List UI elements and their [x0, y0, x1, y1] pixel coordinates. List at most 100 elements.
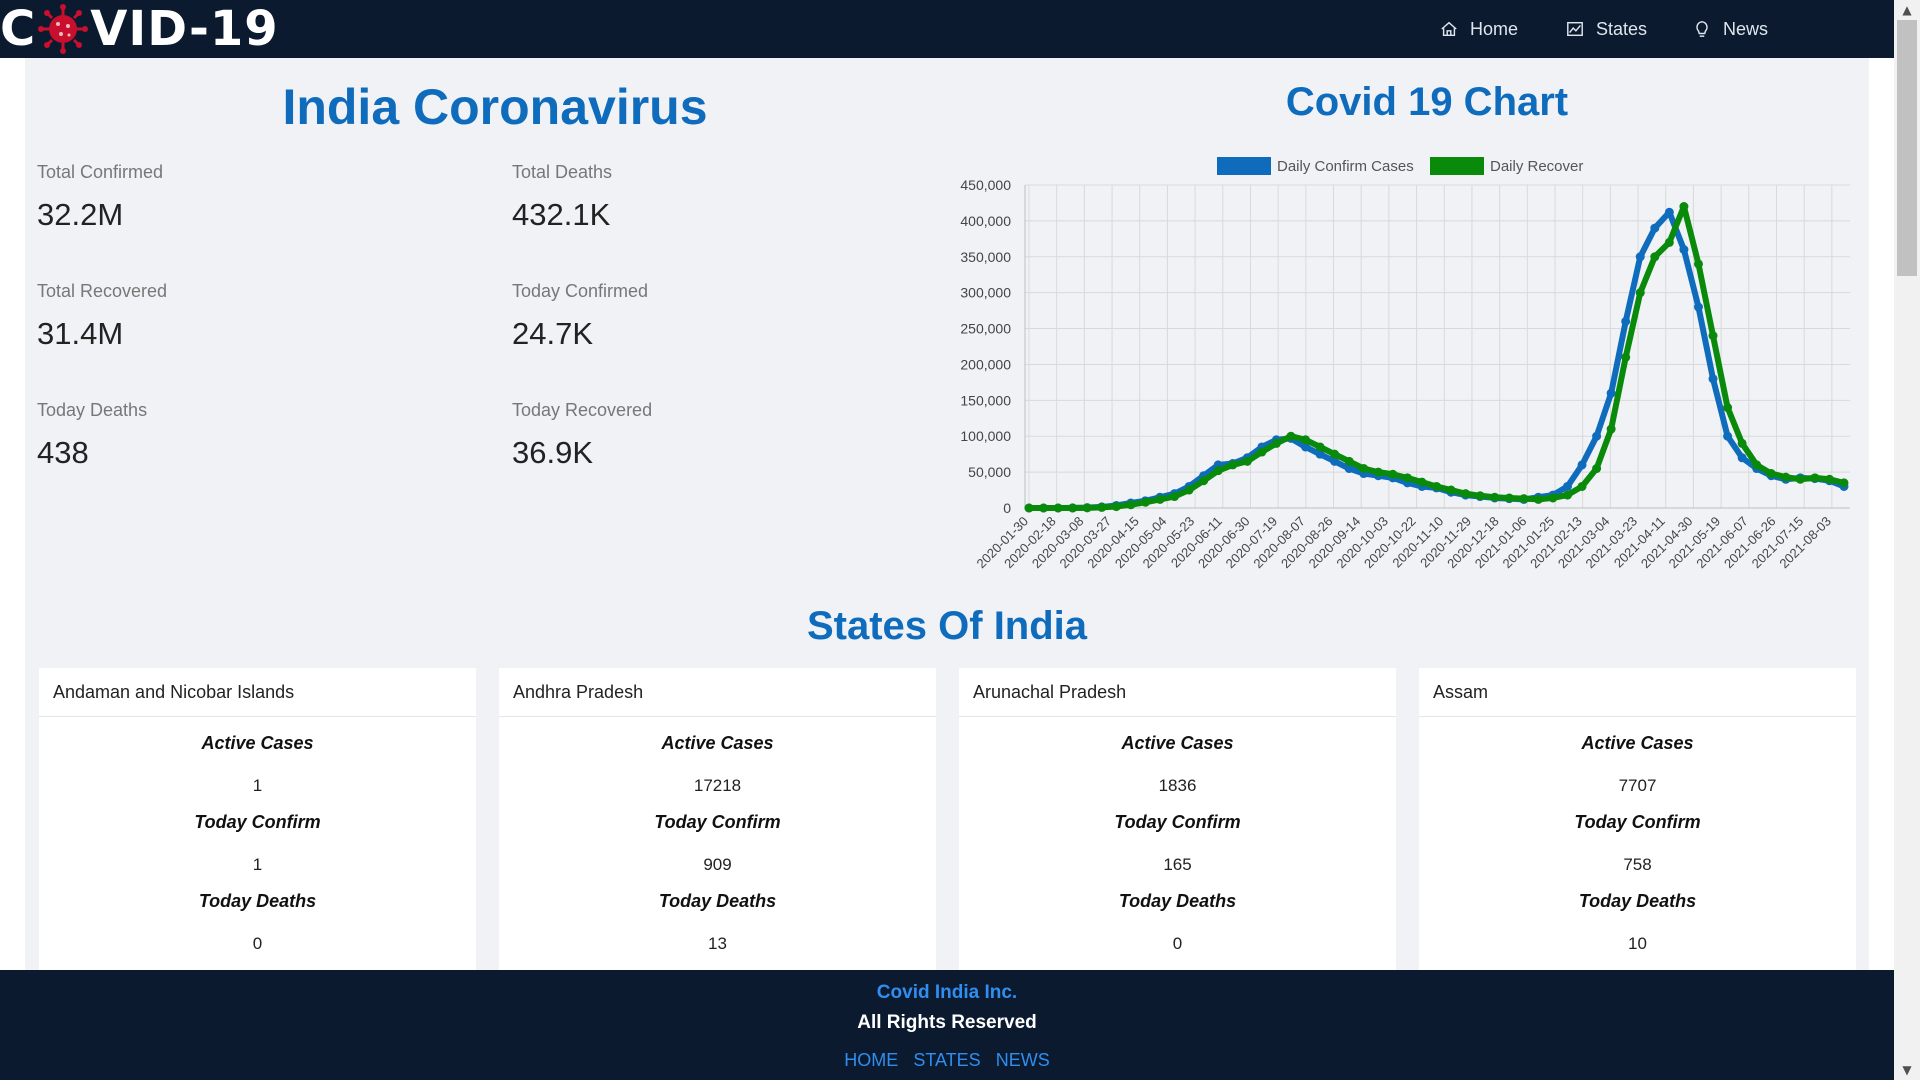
- active-cases-value: 7707: [1618, 776, 1657, 795]
- series-point: [1577, 481, 1587, 491]
- series-point: [1242, 456, 1252, 466]
- today-confirm-label: Today Confirm: [654, 812, 781, 832]
- series-point: [1126, 500, 1136, 510]
- series-point: [1606, 388, 1616, 398]
- nav-states-label: States: [1596, 18, 1648, 39]
- nav-news[interactable]: News: [1693, 0, 1768, 58]
- series-point: [1388, 469, 1398, 479]
- state-card-arunachal-pradesh[interactable]: Arunachal Pradesh Active Cases 1836 Toda…: [959, 668, 1396, 978]
- scroll-up-arrow-icon[interactable]: ▲: [1894, 0, 1920, 20]
- active-cases-value: 17218: [693, 776, 742, 795]
- footer-company: Covid India Inc.: [876, 982, 1018, 1003]
- series-point: [1737, 453, 1747, 463]
- nav-news-label: News: [1723, 18, 1769, 39]
- y-tick-label: 350,000: [960, 249, 1011, 265]
- today-deaths-value: 13: [708, 934, 727, 953]
- state-name: Assam: [1419, 668, 1856, 717]
- today-deaths-label: Today Deaths: [1118, 891, 1237, 911]
- footer-rights: All Rights Reserved: [857, 1012, 1037, 1033]
- today-deaths-label: Today Deaths: [198, 891, 317, 911]
- y-tick-label: 0: [1003, 500, 1011, 516]
- lightbulb-icon: [1696, 21, 1708, 37]
- series-point: [1373, 467, 1383, 477]
- series-point: [1111, 502, 1121, 512]
- series-point: [1184, 485, 1194, 495]
- legend-label: Daily Recover: [1490, 158, 1583, 175]
- today-confirm-label: Today Confirm: [194, 812, 321, 832]
- page-scrollbar[interactable]: ▲ ▼: [1894, 0, 1920, 1080]
- series-point: [1039, 503, 1049, 513]
- chart-icon: [1567, 21, 1583, 37]
- series-point: [1024, 503, 1034, 513]
- scroll-down-arrow-icon[interactable]: ▼: [1894, 1060, 1920, 1080]
- series-point: [1155, 494, 1165, 504]
- scroll-thumb[interactable]: [1897, 20, 1917, 276]
- state-name: Andaman and Nicobar Islands: [39, 668, 476, 717]
- y-tick-label: 150,000: [960, 392, 1011, 408]
- brand-letter-c: C: [0, 1, 37, 57]
- footer-link-news[interactable]: NEWS: [996, 1050, 1050, 1070]
- today-deaths-value: 0: [1172, 934, 1183, 953]
- today-confirm-value: 1: [252, 855, 263, 874]
- series-point: [1752, 460, 1762, 470]
- footer-link-states[interactable]: STATES: [913, 1050, 980, 1070]
- series-point: [1446, 485, 1456, 495]
- active-cases-label: Active Cases: [1121, 733, 1234, 753]
- footer-link-home[interactable]: HOME: [844, 1050, 898, 1070]
- nav-home[interactable]: Home: [1440, 0, 1518, 58]
- main-content: India Coronavirus Total Confirmed 32.2M …: [25, 58, 1869, 978]
- series-point: [1723, 403, 1733, 413]
- series-point: [1606, 424, 1616, 434]
- series-point: [1359, 464, 1369, 474]
- state-card-andaman-and-nicobar[interactable]: Andaman and Nicobar Islands Active Cases…: [39, 668, 476, 978]
- series-point: [1271, 438, 1281, 448]
- active-cases-label: Active Cases: [661, 733, 774, 753]
- today-confirm-label: Today Confirm: [1114, 812, 1241, 832]
- legend-label: Daily Confirm Cases: [1277, 158, 1414, 175]
- series-point: [1592, 464, 1602, 474]
- series-point: [1621, 352, 1631, 362]
- series-point: [1344, 456, 1354, 466]
- states-title: States Of India: [806, 604, 1088, 648]
- today-deaths-label: Today Deaths: [1578, 891, 1697, 911]
- series-point: [1228, 460, 1238, 470]
- state-card-assam[interactable]: Assam Active Cases 7707 Today Confirm 75…: [1419, 668, 1856, 978]
- brand-text: VID-19: [90, 1, 279, 57]
- series-point: [1650, 223, 1660, 233]
- series-point: [1490, 492, 1500, 502]
- series-point: [1097, 502, 1107, 512]
- series-point: [1082, 503, 1092, 513]
- series-point: [1504, 493, 1514, 503]
- nav-home-label: Home: [1470, 18, 1519, 39]
- series-point: [1432, 481, 1441, 491]
- y-tick-label: 300,000: [960, 285, 1011, 301]
- navbar: C VID-19 Home States News: [0, 0, 1894, 58]
- today-confirm-value: 909: [703, 855, 732, 874]
- series-point: [1417, 477, 1427, 487]
- y-tick-label: 100,000: [960, 428, 1011, 444]
- series-point: [1461, 489, 1471, 499]
- series-point: [1213, 466, 1223, 476]
- series-point: [1170, 492, 1180, 502]
- legend-swatch: [1430, 157, 1484, 175]
- series-point: [1068, 503, 1078, 513]
- nav-states[interactable]: States: [1566, 0, 1647, 58]
- series-point: [1723, 431, 1733, 441]
- series-point: [1301, 435, 1311, 445]
- today-deaths-label: Today Deaths: [658, 891, 777, 911]
- brand-logo[interactable]: C VID-19: [0, 0, 279, 58]
- series-point: [1708, 374, 1718, 384]
- series-point: [1693, 302, 1703, 312]
- series-point: [1402, 473, 1412, 483]
- active-cases-value: 1836: [1158, 776, 1197, 795]
- series-point: [1562, 490, 1572, 500]
- series-point: [1810, 473, 1820, 483]
- state-name: Arunachal Pradesh: [959, 668, 1396, 717]
- series-point: [1330, 449, 1340, 459]
- series-point: [1708, 331, 1718, 341]
- series-point: [1795, 474, 1805, 484]
- active-cases-label: Active Cases: [1581, 733, 1694, 753]
- state-card-andhra-pradesh[interactable]: Andhra Pradesh Active Cases 17218 Today …: [499, 668, 936, 978]
- today-confirm-value: 758: [1623, 855, 1652, 874]
- y-tick-label: 250,000: [960, 321, 1011, 337]
